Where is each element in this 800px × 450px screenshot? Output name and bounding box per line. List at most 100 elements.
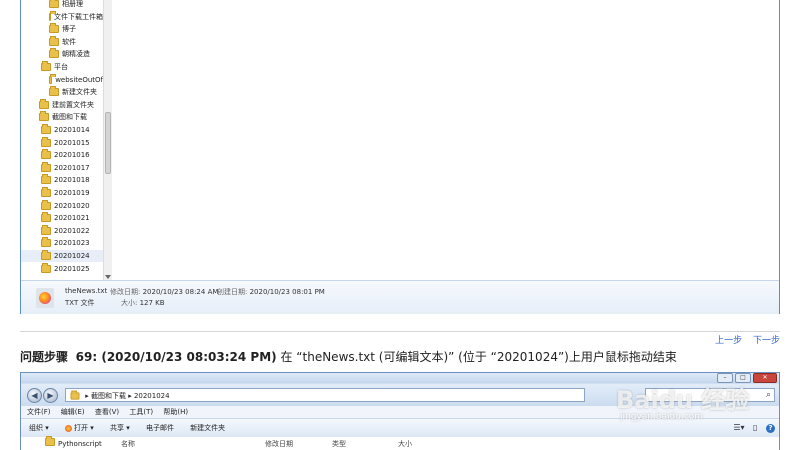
size-value: 127 KB [139, 299, 165, 307]
tree-item[interactable]: 20201020 [21, 199, 103, 212]
file-content-pane[interactable] [112, 0, 779, 280]
explorer-window-top: 相册理文件下载工件箱博子软件朝精凌造 平台 websiteOutOf 新建文件夹建前置… [20, 0, 780, 314]
command-bar: 组织 ▾ 打开 ▾ 共享 ▾ 电子邮件 新建文件夹 ☰▾ ▯ ? [21, 418, 779, 438]
modified-label: 修改日期: [110, 288, 141, 296]
folder-icon [41, 224, 51, 235]
folder-icon [49, 86, 59, 97]
folder-icon [41, 250, 51, 260]
folder-icon [70, 390, 80, 400]
tree-item[interactable]: 20201023 [21, 237, 103, 249]
menu-tools[interactable]: 工具(T) [129, 408, 153, 416]
divider [20, 331, 780, 332]
tree-item[interactable]: 20201021 [21, 212, 103, 224]
search-icon[interactable]: ⌕ [766, 390, 771, 401]
firefox-file-icon [36, 288, 54, 308]
scroll-down-arrow-icon[interactable] [105, 275, 111, 279]
forward-arrow-icon[interactable]: ▶ [43, 388, 58, 403]
tree-item-label: 20201016 [54, 151, 90, 160]
folder-icon [41, 174, 51, 185]
address-bar[interactable]: ▸ 截图和下载 ▸ 20201024 [65, 388, 585, 402]
tree-item[interactable]: 20201014 [21, 124, 103, 136]
folder-icon [49, 48, 59, 59]
tree-item-label: 20201018 [54, 176, 90, 185]
email-button[interactable]: 电子邮件 [146, 424, 174, 432]
menu-view[interactable]: 查看(V) [95, 408, 119, 416]
breadcrumb-1[interactable]: 20201024 [134, 392, 170, 400]
address-row: ◀ ▶ ▸ 截图和下载 ▸ 20201024 ⌕ [21, 384, 779, 406]
preview-pane-icon[interactable]: ▯ [753, 423, 757, 432]
step-description: 问题步骤 69: (2020/10/23 08:03:24 PM) 在 “the… [20, 348, 790, 365]
tree-item-pythonscript[interactable]: Pythonscript [45, 436, 102, 450]
tree-item-label: 博子 [62, 25, 76, 34]
folder-icon [49, 23, 59, 34]
menu-edit[interactable]: 编辑(E) [61, 408, 85, 416]
tree-item-label: 截图和下载 [52, 113, 87, 122]
tree-item[interactable]: 文件下载工件箱 [21, 10, 103, 23]
search-input[interactable]: ⌕ [645, 388, 775, 402]
title-bar: – □ ✕ [21, 373, 779, 383]
folder-icon [41, 149, 51, 160]
tree-scrollbar[interactable] [103, 0, 112, 280]
tree-item-label: 文件下载工件箱 [54, 12, 103, 21]
folder-icon [41, 161, 51, 172]
open-button[interactable]: 打开 ▾ [64, 424, 94, 432]
tree-item[interactable]: 20201022 [21, 224, 103, 237]
menu-bar: 文件(F) 编辑(E) 查看(V) 工具(T) 帮助(H) [21, 406, 779, 418]
folder-icon [41, 262, 51, 273]
tree-item[interactable]: 软件 [21, 35, 103, 48]
back-arrow-icon[interactable]: ◀ [27, 388, 42, 403]
prev-step-link[interactable]: 上一步 [715, 336, 742, 346]
breadcrumb-0[interactable]: 截图和下载 [91, 392, 126, 400]
share-button[interactable]: 共享 ▾ [110, 424, 130, 432]
minimize-icon[interactable]: – [717, 373, 733, 383]
folder-icon [41, 136, 51, 147]
tree-item-label: 20201025 [54, 264, 90, 273]
organize-button[interactable]: 组织 ▾ [29, 424, 49, 432]
folder-icon [49, 35, 59, 46]
tree-item[interactable]: 平台 [21, 61, 103, 73]
tree-item[interactable]: 建前置文件夹 [21, 98, 103, 111]
tree-item[interactable]: 20201016 [21, 149, 103, 161]
step-number-time: 69: (2020/10/23 08:03:24 PM) [75, 350, 277, 364]
details-type: TXT 文件 [65, 299, 95, 307]
view-options-icon[interactable]: ☰▾ [733, 423, 744, 432]
tree-item[interactable]: 截图和下载 [21, 111, 103, 123]
tree-item-label: 20201017 [54, 163, 90, 172]
next-step-link[interactable]: 下一步 [753, 336, 780, 346]
close-icon[interactable]: ✕ [753, 373, 777, 383]
column-size[interactable]: 大小 [398, 437, 412, 450]
column-type[interactable]: 类型 [332, 437, 346, 450]
tree-item[interactable]: 20201024 [21, 250, 103, 262]
folder-icon [49, 73, 57, 84]
column-name[interactable]: 名称 [121, 437, 135, 450]
tree-item[interactable]: 20201017 [21, 161, 103, 174]
created-label: 创建日期: [217, 288, 248, 296]
folder-icon [49, 10, 56, 21]
tree-item-label: 软件 [62, 37, 76, 46]
column-modified[interactable]: 修改日期 [265, 437, 293, 450]
tree-item[interactable]: 20201019 [21, 187, 103, 199]
folder-icon [41, 237, 51, 248]
help-icon[interactable]: ? [766, 424, 775, 433]
scrollbar-thumb[interactable] [105, 112, 111, 174]
tree-item[interactable]: 博子 [21, 23, 103, 35]
tree-item-label: 20201019 [54, 189, 90, 197]
folder-icon [41, 124, 51, 134]
maximize-icon[interactable]: □ [735, 373, 751, 383]
new-folder-button[interactable]: 新建文件夹 [190, 424, 225, 432]
tree-item[interactable]: 相册理 [21, 0, 103, 10]
folder-icon [41, 61, 51, 71]
tree-item[interactable]: 20201025 [21, 262, 103, 275]
tree-item[interactable]: 新建文件夹 [21, 86, 103, 98]
tree-item[interactable]: 20201015 [21, 136, 103, 149]
menu-file[interactable]: 文件(F) [27, 408, 51, 416]
menu-help[interactable]: 帮助(H) [163, 408, 188, 416]
tree-item[interactable]: 20201018 [21, 174, 103, 186]
tree-item[interactable]: 朝精凌造 [21, 48, 103, 60]
tree-item-label: 20201020 [54, 201, 90, 210]
tree-item-label: 新建文件夹 [62, 88, 97, 97]
tree-item-label: 20201022 [54, 226, 90, 235]
tree-item[interactable]: websiteOutOf [21, 73, 103, 86]
size-label: 大小: [121, 299, 138, 307]
tree-item-label: 建前置文件夹 [52, 100, 94, 109]
